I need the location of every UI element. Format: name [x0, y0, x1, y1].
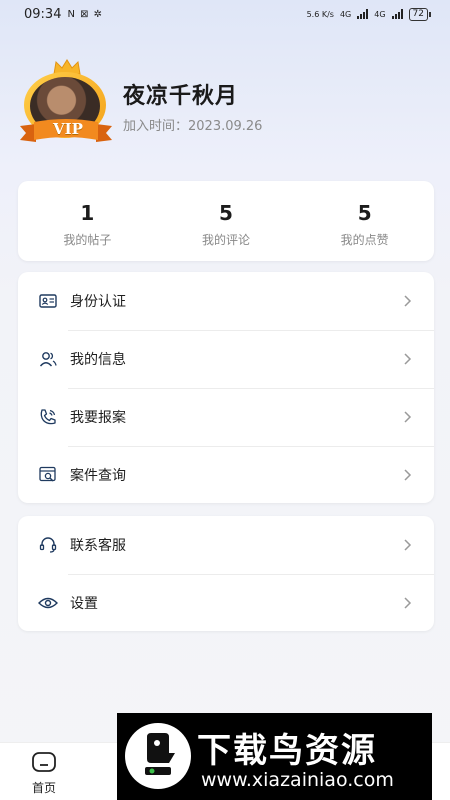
menu-item-label: 联系客服: [70, 538, 126, 554]
status-indicators: N ⊠ ✲: [67, 8, 104, 20]
menu-item-report-case[interactable]: 我要报案: [18, 388, 434, 446]
join-date: 加入时间：2023.09.26: [123, 119, 263, 134]
signal-icon: [391, 9, 403, 19]
menu-item-settings[interactable]: 设置: [18, 574, 434, 632]
watermark-title: 下载鸟资源: [197, 731, 377, 771]
stats-card: 1 我的帖子 5 我的评论 5 我的点赞: [18, 181, 434, 261]
chevron-right-icon: [404, 411, 412, 423]
users-icon: [38, 349, 58, 369]
avatar-container[interactable]: VIP: [18, 58, 114, 150]
stat-value: 1: [80, 201, 95, 225]
menu-item-my-info[interactable]: 我的信息: [18, 330, 434, 388]
stat-likes[interactable]: 5 我的点赞: [295, 181, 434, 261]
eye-settings-icon: [38, 593, 58, 613]
battery-icon: 72: [408, 7, 432, 21]
menu-item-label: 案件查询: [70, 468, 126, 484]
id-card-icon: [38, 291, 58, 311]
chevron-right-icon: [404, 353, 412, 365]
menu-card-secondary: 联系客服 设置: [18, 516, 434, 631]
watermark-url: www.xiazainiao.com: [201, 769, 394, 791]
chevron-right-icon: [404, 469, 412, 481]
stat-comments[interactable]: 5 我的评论: [157, 181, 296, 261]
headset-icon: [38, 535, 58, 555]
stat-posts[interactable]: 1 我的帖子: [18, 181, 157, 261]
vip-badge-label: VIP: [53, 120, 83, 138]
signal-icon: [357, 9, 369, 19]
stat-label: 我的帖子: [63, 233, 112, 247]
stat-value: 5: [357, 201, 372, 225]
status-bar: 09:34 N ⊠ ✲ 5.6 K/s 4G 4G 72: [0, 0, 450, 28]
search-doc-icon: [38, 465, 58, 485]
menu-item-identity-verification[interactable]: 身份认证: [18, 272, 434, 330]
username: 夜凉千秋月: [123, 84, 239, 109]
tab-home-label: 首页: [31, 781, 56, 795]
menu-card-primary: 身份认证 我的信息 我要报案 案件查询: [18, 272, 434, 503]
watermark-logo: [125, 723, 191, 789]
menu-item-case-query[interactable]: 案件查询: [18, 446, 434, 504]
menu-item-contact-support[interactable]: 联系客服: [18, 516, 434, 574]
stat-label: 我的点赞: [340, 233, 389, 247]
stat-value: 5: [219, 201, 233, 225]
menu-item-label: 设置: [70, 596, 98, 612]
phone-icon: [38, 407, 58, 427]
home-icon: [32, 752, 56, 772]
network-speed: 5.6 K/s: [306, 9, 334, 19]
profile-header: VIP 夜凉千秋月 加入时间：2023.09.26: [18, 58, 438, 158]
signal-label-2: 4G: [374, 9, 386, 19]
menu-item-label: 我的信息: [70, 352, 126, 368]
chevron-right-icon: [404, 539, 412, 551]
watermark-banner: 下载鸟资源 www.xiazainiao.com: [117, 713, 432, 800]
status-time: 09:34: [24, 6, 62, 22]
menu-item-label: 我要报案: [70, 410, 126, 426]
chevron-right-icon: [404, 295, 412, 307]
menu-item-label: 身份认证: [70, 294, 126, 310]
signal-label-1: 4G: [339, 9, 352, 19]
stat-label: 我的评论: [202, 233, 251, 247]
tab-home[interactable]: 首页: [22, 751, 66, 796]
chevron-right-icon: [404, 597, 412, 609]
